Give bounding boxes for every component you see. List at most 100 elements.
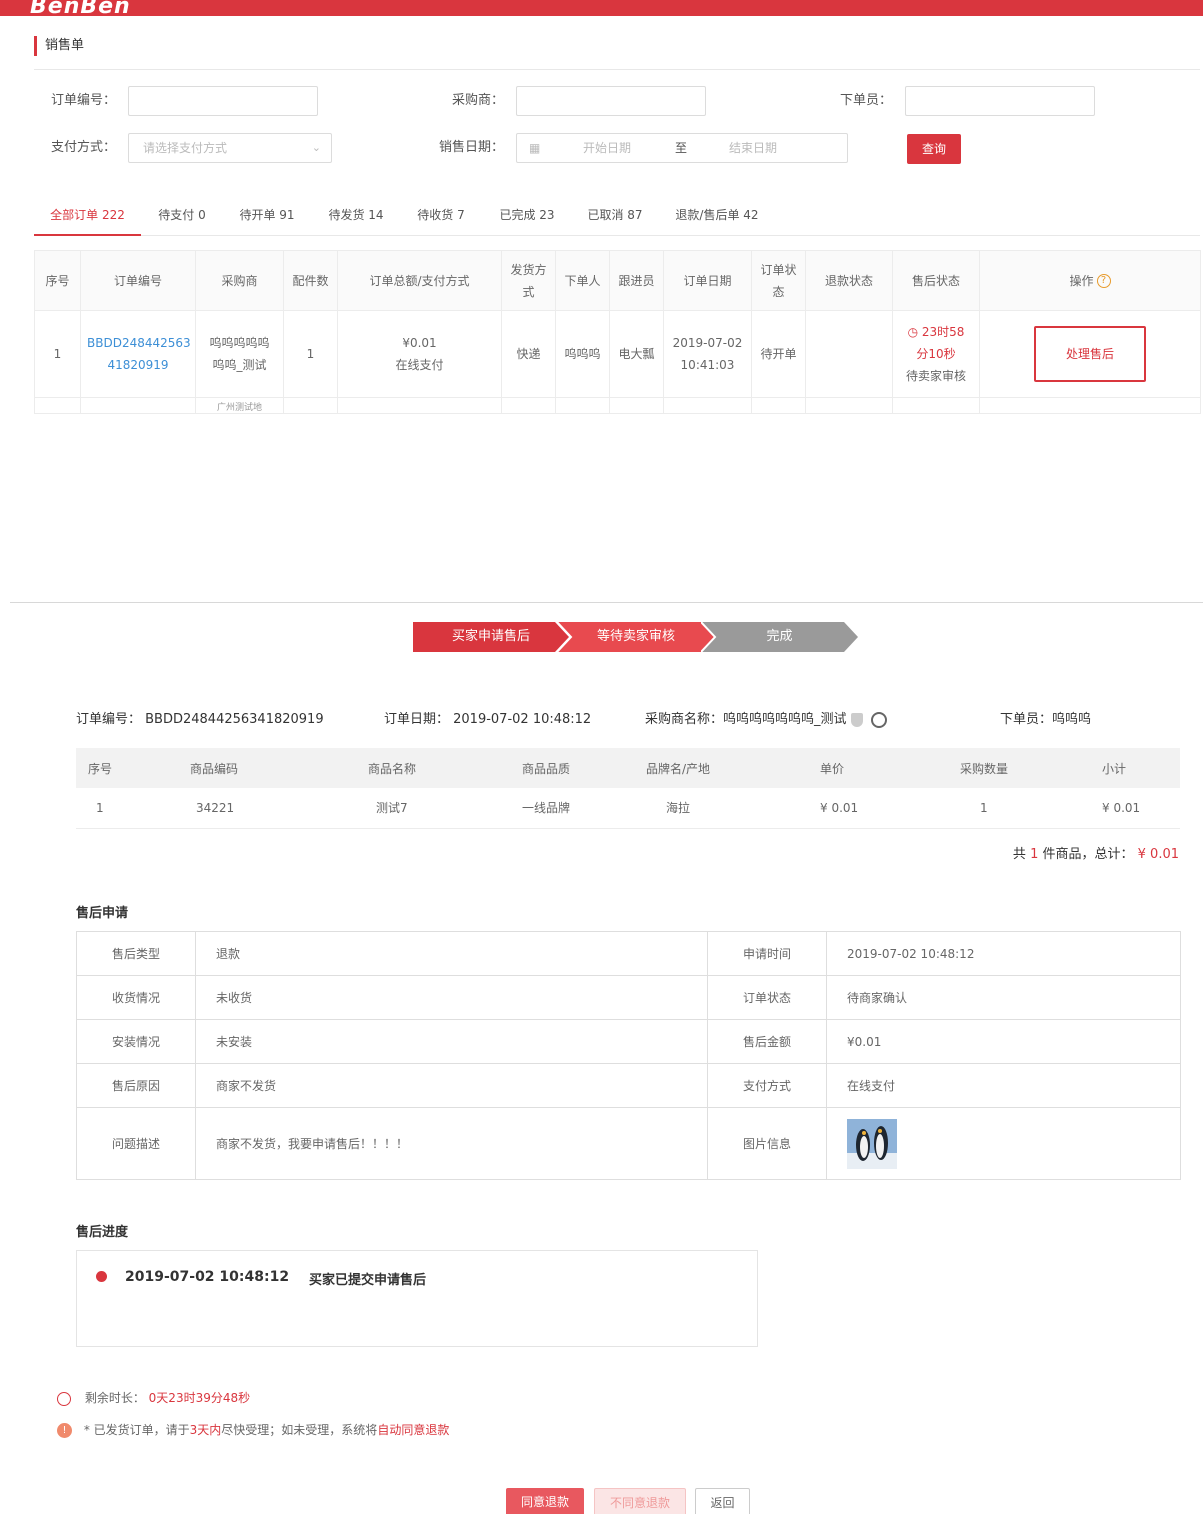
label-apply-time: 申请时间 (707, 931, 827, 976)
back-button[interactable]: 返回 (695, 1488, 750, 1514)
value-install: 未安装 (195, 1019, 708, 1064)
order-no-link-2[interactable]: 41820919 (107, 358, 168, 372)
cell-after-status: ◷ 23时58 分10秒 待卖家审核 (892, 310, 980, 398)
tab-all-orders[interactable]: 全部订单 222 (34, 200, 141, 236)
cell-follower: 电大瓢 (609, 310, 664, 398)
tab-refund[interactable]: 退款/售后单 42 (667, 200, 767, 236)
table-row: 售后原因 商家不发货 支付方式 在线支付 (76, 1063, 1181, 1108)
value-apply-time: 2019-07-02 10:48:12 (826, 931, 1181, 976)
value-description: 商家不发货，我要申请售后！！！！ (195, 1107, 708, 1180)
pcell-qty: 1 (960, 788, 1102, 829)
order-no-link-1[interactable]: BBDD248442563 (87, 336, 191, 350)
pcell-price: ¥ 0.01 (820, 788, 960, 829)
cell-status: 待开单 (751, 310, 806, 398)
end-date-input[interactable]: 结束日期 (729, 134, 777, 162)
col-purchaser: 采购商 (195, 250, 284, 311)
handle-after-sale-button[interactable]: 处理售后 (1034, 326, 1146, 382)
disagree-refund-button[interactable]: 不同意退款 (594, 1488, 686, 1514)
pcell-index: 1 (76, 788, 190, 829)
date-separator: 至 (675, 141, 688, 155)
tab-completed[interactable]: 已完成 23 (491, 200, 563, 236)
progress-time: 2019-07-02 10:48:12 (125, 1269, 290, 1285)
payment-label: 支付方式： (50, 140, 116, 155)
table-row: 售后类型 退款 申请时间 2019-07-02 10:48:12 (76, 931, 1181, 976)
step-apply-label: 买家申请售后 (451, 629, 530, 644)
order-tabs: 全部订单 222 待支付 0 待开单 91 待发货 14 待收货 7 已完成 2… (34, 200, 1200, 236)
step-complete: 完成 (701, 622, 858, 652)
remain-value: 0天23时39分48秒 (148, 1391, 251, 1405)
info-purchaser: 采购商名称：呜呜呜呜呜呜呜_测试 (645, 708, 887, 728)
cell-orderer: 呜呜呜 (555, 310, 610, 398)
progress-dot (96, 1271, 107, 1282)
label-reason: 售后原因 (76, 1063, 196, 1108)
pcol-index: 序号 (76, 748, 190, 788)
pcol-subtotal: 小计 (1102, 748, 1180, 788)
tab-pending-pay[interactable]: 待支付 0 (147, 200, 217, 236)
help-icon[interactable]: ? (1096, 274, 1111, 288)
tab-pending-open[interactable]: 待开单 91 (231, 200, 303, 236)
value-reason: 商家不发货 (195, 1063, 708, 1108)
info-purchaser-text: 采购商名称：呜呜呜呜呜呜呜_测试 (645, 712, 847, 727)
payment-select[interactable]: 请选择支付方式 ⌄ (128, 133, 332, 163)
tip-action: 自动同意退款 (377, 1423, 450, 1437)
order-no-input[interactable] (128, 86, 318, 116)
section-divider (34, 69, 1200, 70)
purchaser-input[interactable] (516, 86, 706, 116)
agree-refund-button[interactable]: 同意退款 (506, 1488, 584, 1514)
total-count: 1 (1030, 847, 1039, 862)
date-range-picker[interactable]: ▦ 开始日期 至 结束日期 (516, 133, 848, 163)
pcol-brand: 品牌名/产地 (646, 748, 820, 788)
cell-purchaser: 呜呜呜呜呜 呜呜_测试 (195, 310, 284, 398)
total-mid: 件商品，总计： (1042, 847, 1134, 862)
purchaser-line-1: 呜呜呜呜呜 (209, 336, 270, 350)
date-line-2: 10:41:03 (680, 358, 735, 372)
label-payment: 支付方式 (707, 1063, 827, 1108)
value-images (826, 1107, 1181, 1180)
after-status-text: 待卖家审核 (905, 369, 966, 383)
col-action: 操作? (979, 250, 1201, 311)
remain-label: 剩余时长： (84, 1391, 145, 1405)
section-divider-2 (10, 602, 1203, 603)
section-title: 销售单 (34, 36, 84, 56)
after-sale-steps: 买家申请售后 等待卖家审核 完成 (413, 622, 858, 652)
next-row-purchaser: 广州测试地 (195, 397, 284, 414)
table-row: 1 34221 测试7 一线品牌 海拉 ¥ 0.01 1 ¥ 0.01 (76, 788, 1180, 829)
clock-icon: ◷ (907, 325, 919, 339)
cell-index: 1 (34, 310, 81, 398)
col-ship: 发货方式 (501, 250, 556, 311)
col-orderer: 下单人 (555, 250, 610, 311)
pcol-quality: 商品品质 (522, 748, 646, 788)
date-line-1: 2019-07-02 (672, 336, 743, 350)
info-orderer: 下单员：呜呜呜 (1000, 712, 1092, 727)
brand-logo: BenBen (30, 0, 131, 19)
start-date-input[interactable]: 开始日期 (583, 134, 631, 162)
label-install: 安装情况 (76, 1019, 196, 1064)
progress-box: 2019-07-02 10:48:12 买家已提交申请售后 (76, 1250, 758, 1347)
tab-pending-ship[interactable]: 待发货 14 (320, 200, 392, 236)
value-amount: ¥0.01 (826, 1019, 1181, 1064)
penguin-image-thumbnail[interactable] (847, 1118, 897, 1169)
cell-action: 处理售后 (979, 310, 1201, 398)
tab-pending-receive[interactable]: 待收货 7 (408, 200, 474, 236)
col-refund-status: 退款状态 (805, 250, 893, 311)
payment-placeholder: 请选择支付方式 (143, 141, 228, 155)
customer-service-icon[interactable] (870, 711, 887, 728)
cell-date: 2019-07-02 10:41:03 (663, 310, 752, 398)
cell-order-no[interactable]: BBDD248442563 41820919 (80, 310, 196, 398)
calendar-icon: ▦ (529, 141, 541, 155)
after-sale-table: 售后类型 退款 申请时间 2019-07-02 10:48:12 收货情况 未收… (76, 931, 1181, 1180)
orderer-input[interactable] (905, 86, 1095, 116)
tab-cancelled[interactable]: 已取消 87 (579, 200, 651, 236)
product-table: 序号 商品编码 商品名称 商品品质 品牌名/产地 单价 采购数量 小计 1 34… (76, 748, 1180, 829)
pcell-code: 34221 (190, 788, 368, 829)
table-row: 问题描述 商家不发货，我要申请售后！！！！ 图片信息 (76, 1107, 1181, 1180)
tip-mid: 尽快受理；如未受理，系统将 (221, 1423, 378, 1437)
col-date: 订单日期 (663, 250, 752, 311)
pcol-price: 单价 (820, 748, 960, 788)
col-action-label: 操作 (1069, 273, 1094, 288)
value-payment: 在线支付 (826, 1063, 1181, 1108)
info-order-no: 订单编号： BBDD24844256341820919 (76, 712, 324, 727)
query-button[interactable]: 查询 (907, 134, 961, 164)
table-row: 1 BBDD248442563 41820919 呜呜呜呜呜 呜呜_测试 1 ¥0.… (34, 310, 1201, 398)
info-order-date: 订单日期： 2019-07-02 10:48:12 (384, 712, 592, 727)
